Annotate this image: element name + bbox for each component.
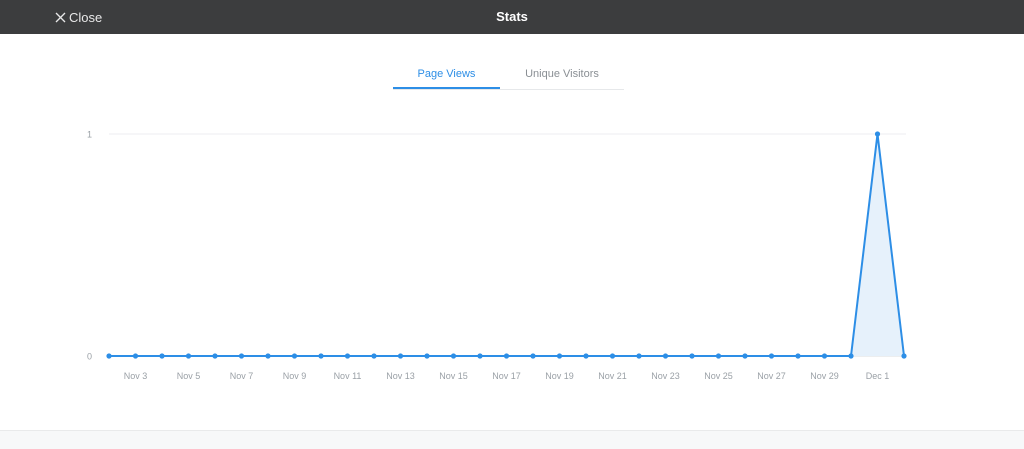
data-point bbox=[609, 353, 616, 359]
x-tick-label: Dec 1 bbox=[866, 371, 890, 381]
series-area bbox=[109, 134, 904, 356]
x-tick-label: Nov 11 bbox=[334, 371, 362, 381]
data-point bbox=[848, 353, 854, 359]
x-tick-label: Nov 15 bbox=[439, 371, 468, 381]
x-tick-label: Nov 25 bbox=[704, 371, 733, 381]
series-line bbox=[109, 133, 905, 357]
data-point bbox=[795, 353, 801, 359]
data-point bbox=[185, 353, 192, 359]
y-tick-label: 0 bbox=[87, 352, 92, 362]
x-tick-label: Nov 9 bbox=[283, 371, 307, 381]
data-point bbox=[265, 353, 271, 359]
footer-band bbox=[0, 430, 1024, 449]
x-tick-label: Nov 27 bbox=[757, 371, 786, 381]
data-point bbox=[132, 353, 139, 359]
data-point bbox=[662, 353, 669, 359]
data-point bbox=[583, 353, 589, 359]
data-point bbox=[503, 353, 510, 359]
data-point bbox=[424, 353, 430, 359]
data-point bbox=[874, 131, 881, 137]
x-tick-label: Nov 13 bbox=[386, 371, 415, 381]
data-point bbox=[636, 353, 642, 359]
stats-chart: 0 1 Nov 3 Nov 5 Nov 7 Nov 9 Nov 11 Nov 13 Nov 15… bbox=[87, 130, 907, 381]
data-point bbox=[821, 353, 828, 359]
data-point bbox=[344, 353, 351, 359]
data-point bbox=[450, 353, 457, 359]
x-tick-label: Nov 5 bbox=[177, 371, 201, 381]
x-tick-label: Nov 23 bbox=[651, 371, 680, 381]
y-tick-label: 1 bbox=[87, 130, 92, 140]
data-point bbox=[238, 353, 245, 359]
data-point bbox=[901, 353, 907, 359]
x-tick-label: Nov 19 bbox=[545, 371, 574, 381]
x-tick-label: Nov 7 bbox=[230, 371, 254, 381]
x-tick-label: Nov 29 bbox=[810, 371, 839, 381]
data-point bbox=[159, 353, 165, 359]
data-point bbox=[556, 353, 563, 359]
data-point bbox=[689, 353, 695, 359]
data-point bbox=[768, 353, 775, 359]
data-point bbox=[212, 353, 218, 359]
data-point bbox=[106, 353, 112, 359]
x-tick-label: Nov 21 bbox=[598, 371, 627, 381]
x-tick-label: Nov 3 bbox=[124, 371, 148, 381]
data-point bbox=[530, 353, 536, 359]
data-point bbox=[318, 353, 324, 359]
data-point bbox=[742, 353, 748, 359]
data-point bbox=[371, 353, 377, 359]
data-point bbox=[291, 353, 298, 359]
data-point bbox=[477, 353, 483, 359]
data-point bbox=[397, 353, 404, 359]
x-tick-label: Nov 17 bbox=[492, 371, 521, 381]
data-point bbox=[715, 353, 722, 359]
